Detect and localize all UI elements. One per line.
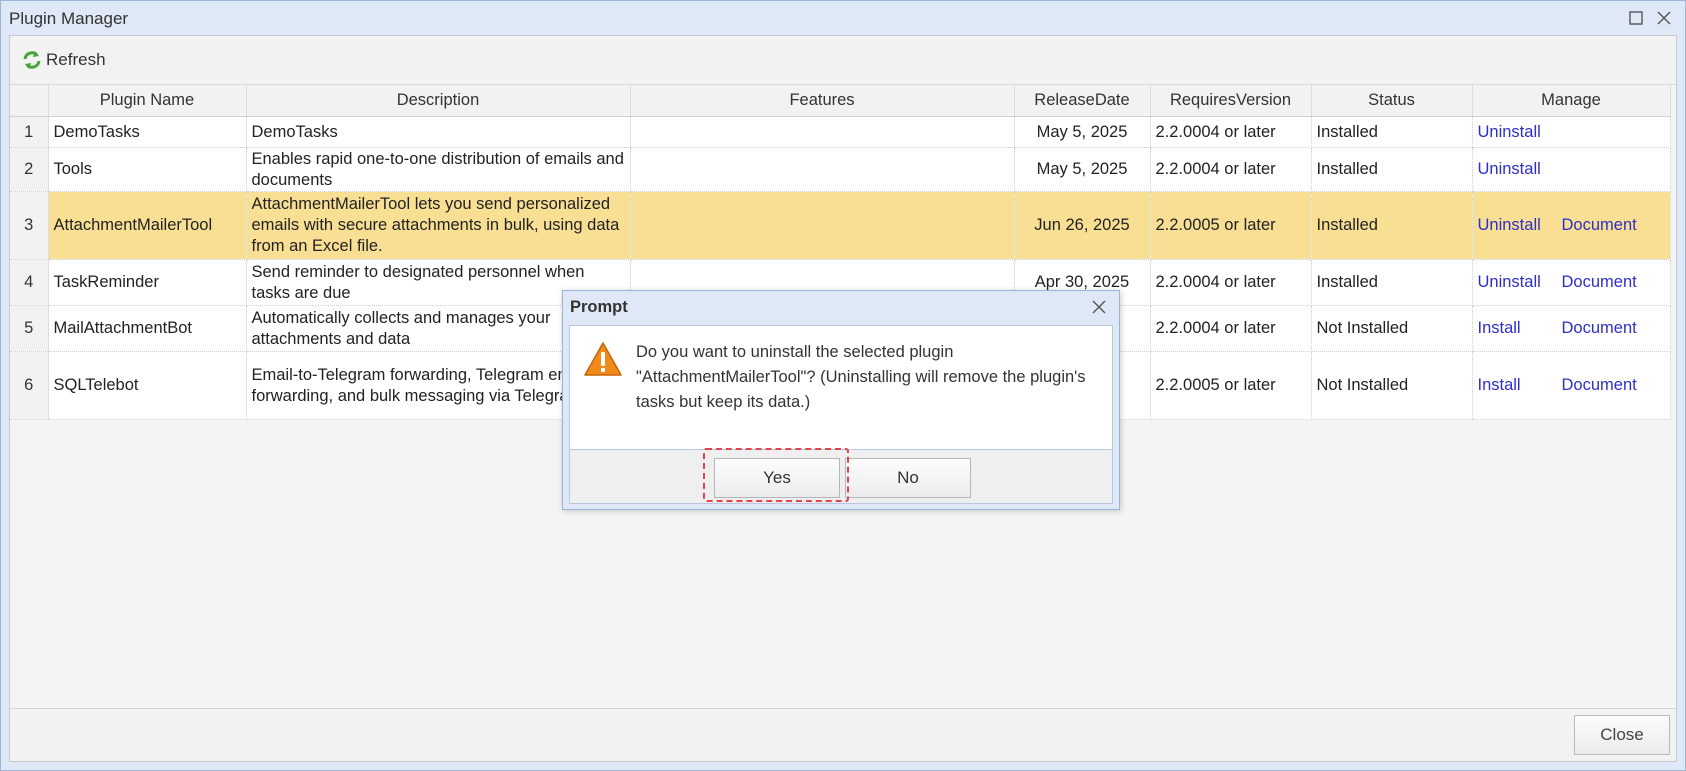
column-header[interactable]: RequiresVersion bbox=[1150, 85, 1312, 117]
refresh-button[interactable]: Refresh bbox=[22, 48, 106, 72]
rownum-header bbox=[10, 85, 49, 117]
close-button[interactable]: Close bbox=[1574, 715, 1670, 755]
table-row-selected[interactable]: 3 AttachmentMailerTool AttachmentMailerT… bbox=[10, 191, 1671, 260]
release-date: May 5, 2025 bbox=[1014, 147, 1151, 192]
table-header: Plugin Name Description Features Release… bbox=[10, 85, 1671, 117]
requires-version: 2.2.0004 or later bbox=[1150, 305, 1312, 352]
close-icon[interactable] bbox=[1655, 9, 1673, 27]
manage-cell: Install Document bbox=[1472, 351, 1671, 420]
dialog-button-bar: Yes No bbox=[569, 448, 1113, 504]
release-date: Jun 26, 2025 bbox=[1014, 191, 1151, 260]
plugin-description: Enables rapid one-to-one distribution of… bbox=[246, 147, 631, 192]
release-date: May 5, 2025 bbox=[1014, 116, 1151, 148]
row-number: 6 bbox=[10, 351, 49, 420]
plugin-name: Tools bbox=[48, 147, 247, 192]
plugin-status: Installed bbox=[1311, 259, 1473, 306]
window-title: Plugin Manager bbox=[9, 9, 129, 28]
plugin-status: Installed bbox=[1311, 191, 1473, 260]
prompt-dialog: Prompt Do you want to uninstall the sele… bbox=[562, 290, 1120, 510]
document-link[interactable]: Document bbox=[1562, 215, 1637, 236]
plugin-features bbox=[630, 147, 1015, 192]
table-row[interactable]: 2 Tools Enables rapid one-to-one distrib… bbox=[10, 147, 1671, 192]
uninstall-link[interactable]: Uninstall bbox=[1478, 215, 1562, 236]
column-header[interactable]: Manage bbox=[1472, 85, 1671, 117]
row-number: 2 bbox=[10, 147, 49, 192]
row-number: 5 bbox=[10, 305, 49, 352]
manage-cell: Uninstall Document bbox=[1472, 259, 1671, 306]
manage-cell: Uninstall bbox=[1472, 147, 1671, 192]
footer-bar: Close bbox=[10, 708, 1676, 761]
row-number: 4 bbox=[10, 259, 49, 306]
plugin-name: DemoTasks bbox=[48, 116, 247, 148]
refresh-icon bbox=[23, 51, 41, 69]
dialog-body: Do you want to uninstall the selected pl… bbox=[569, 325, 1113, 450]
maximize-icon[interactable] bbox=[1627, 9, 1645, 27]
plugin-description: DemoTasks bbox=[246, 116, 631, 148]
document-link[interactable]: Document bbox=[1562, 272, 1637, 293]
install-link[interactable]: Install bbox=[1478, 375, 1562, 396]
plugin-features bbox=[630, 191, 1015, 260]
column-header[interactable]: Plugin Name bbox=[48, 85, 247, 117]
requires-version: 2.2.0004 or later bbox=[1150, 259, 1312, 306]
dialog-message: Do you want to uninstall the selected pl… bbox=[636, 343, 1086, 411]
no-button[interactable]: No bbox=[845, 458, 971, 498]
manage-cell: Uninstall bbox=[1472, 116, 1671, 148]
row-number: 1 bbox=[10, 116, 49, 148]
warning-icon bbox=[584, 342, 622, 376]
plugin-name: TaskReminder bbox=[48, 259, 247, 306]
table-row[interactable]: 1 DemoTasks DemoTasks May 5, 2025 2.2.00… bbox=[10, 116, 1671, 148]
column-header[interactable]: ReleaseDate bbox=[1014, 85, 1151, 117]
dialog-title: Prompt bbox=[570, 298, 628, 316]
yes-button[interactable]: Yes bbox=[714, 458, 840, 498]
column-header[interactable]: Status bbox=[1311, 85, 1473, 117]
install-link[interactable]: Install bbox=[1478, 318, 1562, 339]
plugin-name: AttachmentMailerTool bbox=[48, 191, 247, 260]
plugin-features bbox=[630, 116, 1015, 148]
window-titlebar[interactable]: Plugin Manager bbox=[1, 1, 1685, 35]
requires-version: 2.2.0004 or later bbox=[1150, 147, 1312, 192]
row-number: 3 bbox=[10, 191, 49, 260]
plugin-description: AttachmentMailerTool lets you send perso… bbox=[246, 191, 631, 260]
document-link[interactable]: Document bbox=[1562, 375, 1637, 396]
toolbar: Refresh bbox=[10, 36, 1676, 85]
uninstall-link[interactable]: Uninstall bbox=[1478, 159, 1562, 180]
plugin-status: Not Installed bbox=[1311, 305, 1473, 352]
refresh-label: Refresh bbox=[46, 50, 106, 69]
plugin-status: Not Installed bbox=[1311, 351, 1473, 420]
requires-version: 2.2.0005 or later bbox=[1150, 191, 1312, 260]
uninstall-link[interactable]: Uninstall bbox=[1478, 272, 1562, 293]
requires-version: 2.2.0004 or later bbox=[1150, 116, 1312, 148]
manage-cell: Uninstall Document bbox=[1472, 191, 1671, 260]
plugin-name: SQLTelebot bbox=[48, 351, 247, 420]
manage-cell: Install Document bbox=[1472, 305, 1671, 352]
document-link[interactable]: Document bbox=[1562, 318, 1637, 339]
plugin-name: MailAttachmentBot bbox=[48, 305, 247, 352]
dialog-close-icon[interactable] bbox=[1089, 297, 1109, 317]
plugin-status: Installed bbox=[1311, 116, 1473, 148]
column-header[interactable]: Description bbox=[246, 85, 631, 117]
plugin-status: Installed bbox=[1311, 147, 1473, 192]
requires-version: 2.2.0005 or later bbox=[1150, 351, 1312, 420]
column-header[interactable]: Features bbox=[630, 85, 1015, 117]
uninstall-link[interactable]: Uninstall bbox=[1478, 122, 1562, 143]
